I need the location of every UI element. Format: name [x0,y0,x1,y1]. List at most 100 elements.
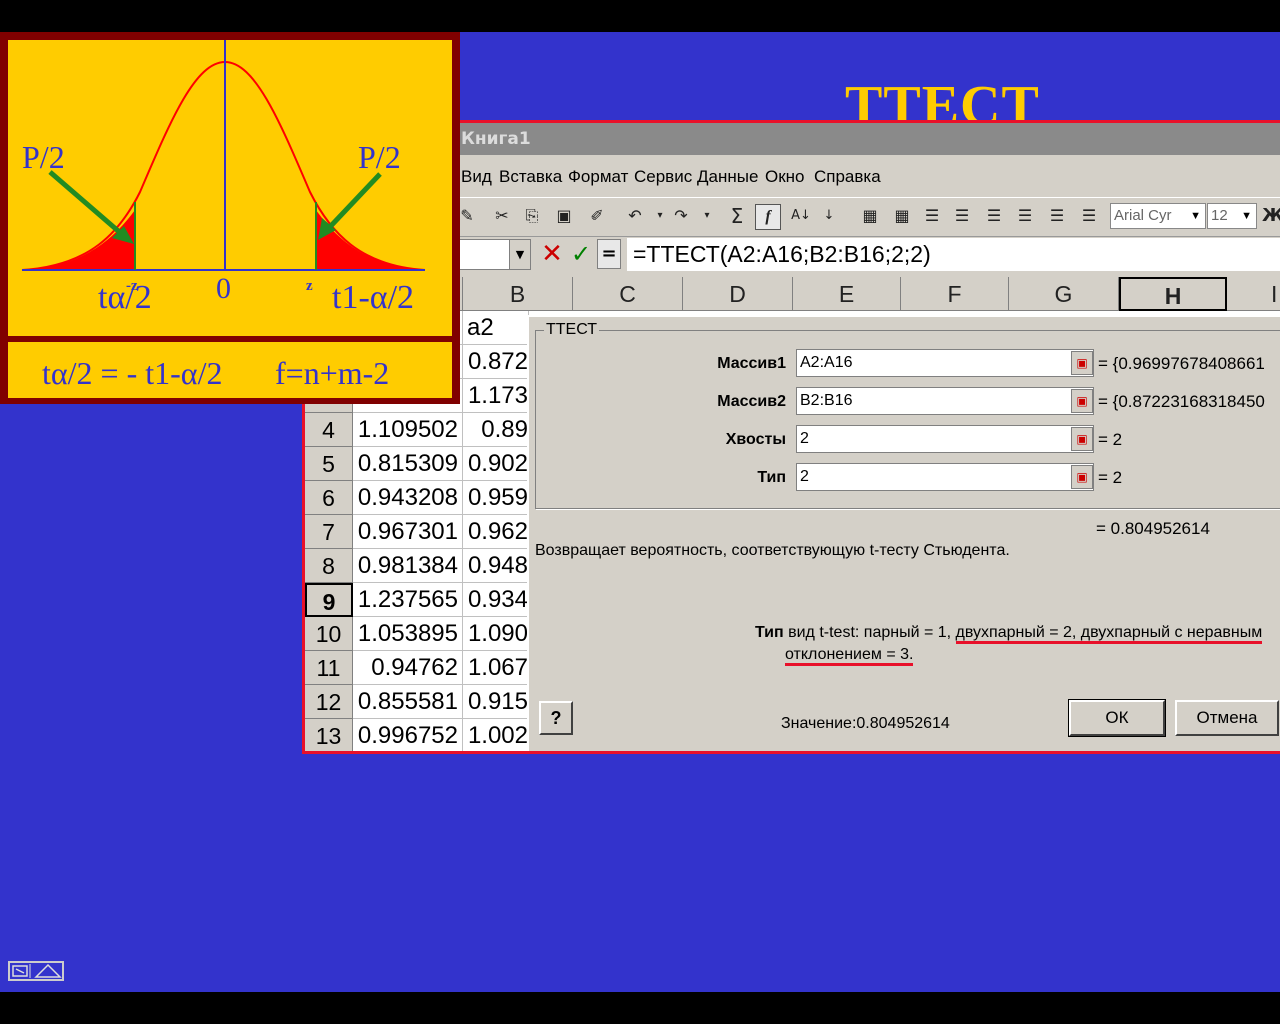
redo-icon[interactable]: ↷ [669,204,693,228]
redo-dropdown-icon[interactable]: ▾ [695,204,719,228]
align-center-icon[interactable]: ☰ [950,204,974,228]
row-header[interactable]: 12 [305,685,353,719]
critical-value-formula: tα/2 = - t1-α/2 [42,355,222,391]
argument-text-c: отклонением = 3. [785,646,914,666]
row-header[interactable]: 7 [305,515,353,549]
paste-icon[interactable]: ▣ [552,204,576,228]
column-header-B[interactable]: B [463,277,573,311]
cell-b[interactable]: 1.002 [463,719,529,751]
x-icon[interactable]: ✕ [539,239,565,269]
cell-a[interactable]: 1.109502 [353,413,463,447]
copy-icon[interactable]: ⎘ [520,204,544,228]
font-size-select[interactable]: 12 ▼ [1207,203,1257,229]
cell-b[interactable]: 0.959 [463,481,529,515]
diagram-svg: P/2 P/2 0 -z z tα/2 t1-α/2 tα/2 = - t1-α… [8,40,452,398]
range-select-icon[interactable]: ▣ [1071,389,1093,413]
name-box-dropdown-icon[interactable]: ▼ [509,240,530,269]
align-left-icon[interactable]: ☰ [920,204,944,228]
brush-icon[interactable]: ✐ [585,204,609,228]
type-input[interactable]: 2 [796,463,1094,491]
chart-wizard-icon[interactable]: ▦ [858,204,882,228]
menu-format[interactable]: Формат [568,167,628,187]
cell-b[interactable]: 0.948 [463,549,529,583]
tails-input[interactable]: 2 [796,425,1094,453]
map-icon[interactable]: ▦ [890,204,914,228]
currency-icon[interactable]: ☰ [1077,204,1101,228]
cell-b[interactable]: 1.067 [463,651,529,685]
bold-button[interactable]: Ж [1261,204,1280,228]
menu-insert[interactable]: Вставка [499,167,562,187]
undo-icon[interactable]: ↶ [623,204,647,228]
menu-view[interactable]: Вид [461,167,492,187]
column-header-H[interactable]: H [1119,277,1227,311]
column-header-I[interactable]: I [1227,277,1280,311]
cell-b[interactable]: a2 [463,311,529,345]
degrees-of-freedom-formula: f=n+m-2 [275,355,389,391]
cell-a[interactable]: 0.996752 [353,719,463,751]
row-header[interactable]: 9 [305,583,353,617]
menu-data[interactable]: Данные [697,167,758,187]
cell-b[interactable]: 0.962 [463,515,529,549]
type-result: = 2 [1098,468,1123,487]
menu-tools[interactable]: Сервис [634,167,692,187]
cell-b[interactable]: 0.902 [463,447,529,481]
align-right-icon[interactable]: ☰ [982,204,1006,228]
cut-icon[interactable]: ✂ [490,204,514,228]
range-select-icon[interactable]: ▣ [1071,427,1093,451]
menu-window[interactable]: Окно [765,167,805,187]
row-header[interactable]: 6 [305,481,353,515]
row-header[interactable]: 10 [305,617,353,651]
formula-input[interactable]: =ТТЕСТ(A2:A16;B2:B16;2;2) [627,238,1280,271]
cell-a[interactable]: 0.943208 [353,481,463,515]
autosum-icon[interactable]: Σ [725,204,749,228]
row-header[interactable]: 4 [305,413,353,447]
array1-label: Массив1 [717,355,786,372]
row-header[interactable]: 8 [305,549,353,583]
row-header[interactable]: 13 [305,719,353,751]
argument-text-b: двухпарный = 2, двухпарный с неравным [955,624,1263,644]
sort-ascending-icon[interactable]: A↓ [789,204,813,228]
column-header-D[interactable]: D [683,277,793,311]
justify-icon[interactable]: ☰ [1013,204,1037,228]
row-header[interactable]: 11 [305,651,353,685]
type-label: Тип [757,469,786,486]
left-arrow-label: P/2 [22,139,65,175]
range-select-icon[interactable]: ▣ [1071,351,1093,375]
range-select-icon[interactable]: ▣ [1071,465,1093,489]
ok-button[interactable]: ОК [1068,699,1166,737]
array1-input[interactable]: A2:A16 [796,349,1094,377]
cell-a[interactable]: 1.053895 [353,617,463,651]
cell-b[interactable]: 0.872 [463,345,529,379]
column-header-F[interactable]: F [901,277,1009,311]
navigation-icon[interactable] [8,961,64,981]
cell-b[interactable]: 1.090 [463,617,529,651]
menu-help[interactable]: Справка [814,167,881,187]
cell-b[interactable]: 0.89 [463,413,529,447]
equals-icon[interactable]: = [597,239,621,269]
array2-label: Массив2 [717,393,786,410]
column-header-C[interactable]: C [573,277,683,311]
function-arguments-dialog: ТТЕСТ Массив1 A2:A16 ▣ = {0.969976784086… [527,315,1280,751]
cell-a[interactable]: 1.237565 [353,583,463,617]
merge-icon[interactable]: ☰ [1045,204,1069,228]
font-name-select[interactable]: Arial Cyr ▼ [1110,203,1206,229]
cell-a[interactable]: 0.815309 [353,447,463,481]
cell-a[interactable]: 0.967301 [353,515,463,549]
cell-a[interactable]: 0.981384 [353,549,463,583]
help-button[interactable]: ? [539,701,573,735]
arguments-group: ТТЕСТ Массив1 A2:A16 ▣ = {0.969976784086… [535,321,1280,509]
row-header[interactable]: 5 [305,447,353,481]
cell-a[interactable]: 0.94762 [353,651,463,685]
cell-b[interactable]: 0.934 [463,583,529,617]
function-wizard-icon[interactable]: f [755,204,781,230]
cell-b[interactable]: 0.915 [463,685,529,719]
column-header-G[interactable]: G [1009,277,1119,311]
check-icon[interactable]: ✓ [568,239,594,269]
column-header-E[interactable]: E [793,277,901,311]
cancel-button[interactable]: Отмена [1175,700,1279,736]
cell-b[interactable]: 1.173 [463,379,529,413]
cell-a[interactable]: 0.855581 [353,685,463,719]
argument-text-a: вид t-test: парный = 1, [783,624,956,641]
array2-input[interactable]: B2:B16 [796,387,1094,415]
sort-descending-icon[interactable]: ↓ [817,204,841,228]
